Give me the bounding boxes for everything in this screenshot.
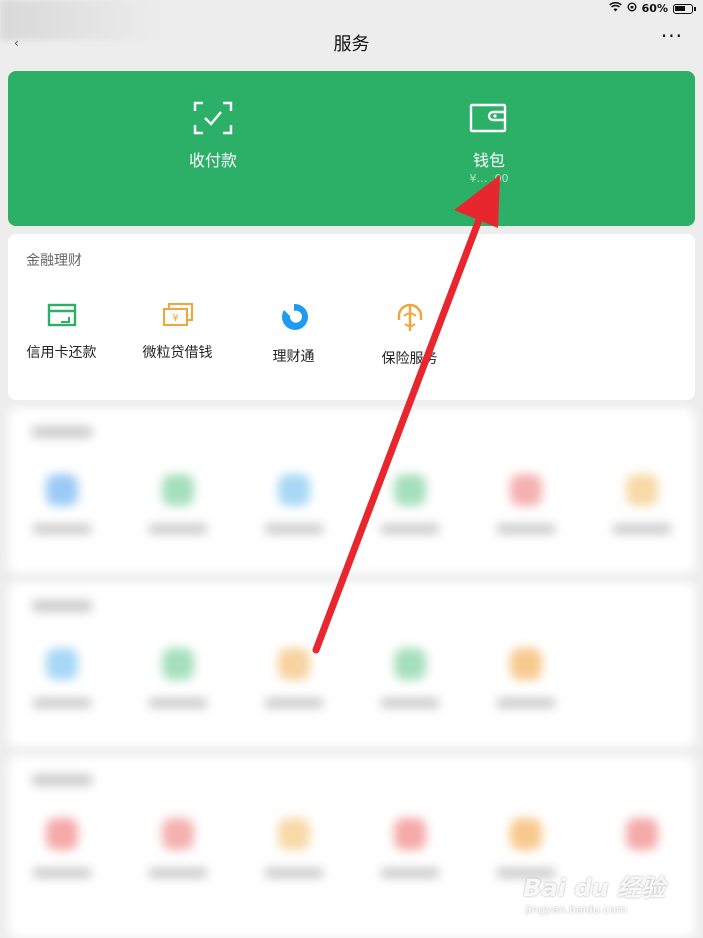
blurred-text bbox=[149, 698, 207, 708]
blurred-title bbox=[32, 774, 92, 786]
blurred-text bbox=[381, 524, 439, 534]
wallet-balance: ¥… .00 bbox=[469, 172, 509, 185]
loan-label: 微粒贷借钱 bbox=[142, 345, 213, 361]
blurred-icon bbox=[46, 648, 78, 680]
status-indicators: 60% bbox=[608, 1, 696, 15]
wallet-icon bbox=[389, 101, 589, 135]
blurred-section bbox=[8, 408, 695, 573]
wifi-icon bbox=[608, 1, 622, 15]
loan-button[interactable]: ¥ 微粒贷借钱 bbox=[120, 302, 235, 362]
watermark-main: Bai du 经验 bbox=[523, 874, 665, 902]
credit-card-icon bbox=[4, 302, 119, 328]
blurred-text bbox=[33, 868, 91, 878]
blurred-icon bbox=[162, 648, 194, 680]
blurred-text bbox=[497, 698, 555, 708]
blurred-icon bbox=[162, 474, 194, 506]
blurred-text bbox=[381, 868, 439, 878]
receive-pay-label: 收付款 bbox=[188, 151, 237, 170]
insurance-icon bbox=[352, 302, 467, 334]
wealth-button[interactable]: 理财通 bbox=[236, 302, 351, 366]
watermark-sub: jingyan.baidu.com bbox=[525, 903, 627, 916]
blurred-icon bbox=[626, 818, 658, 850]
blurred-text bbox=[149, 524, 207, 534]
more-options-icon[interactable]: ··· bbox=[661, 24, 683, 48]
page-title: 服务 bbox=[333, 34, 370, 55]
blurred-icon bbox=[510, 648, 542, 680]
blurred-icon bbox=[162, 818, 194, 850]
blurred-icon bbox=[394, 818, 426, 850]
blurred-text bbox=[381, 698, 439, 708]
insurance-button[interactable]: 保险服务 bbox=[352, 302, 467, 368]
blurred-icon bbox=[510, 474, 542, 506]
blurred-title bbox=[32, 426, 92, 438]
battery-percent: 60% bbox=[641, 2, 668, 15]
blurred-text bbox=[613, 524, 671, 534]
blurred-icon bbox=[394, 648, 426, 680]
blurred-icon bbox=[510, 818, 542, 850]
blurred-icon bbox=[278, 474, 310, 506]
blurred-icon bbox=[46, 818, 78, 850]
svg-text:¥: ¥ bbox=[172, 313, 178, 324]
blurred-title bbox=[32, 600, 92, 612]
wallet-label: 钱包 bbox=[472, 151, 505, 170]
battery-icon bbox=[673, 3, 696, 14]
loan-icon: ¥ bbox=[120, 302, 235, 328]
blurred-text bbox=[265, 524, 323, 534]
blurred-text bbox=[33, 698, 91, 708]
finance-section-title: 金融理财 bbox=[26, 253, 82, 269]
finance-section: 金融理财 信用卡还款 ¥ 微粒贷借钱 理财通 保险服务 bbox=[8, 234, 695, 400]
blurred-icon bbox=[278, 818, 310, 850]
blurred-icon bbox=[626, 474, 658, 506]
insurance-label: 保险服务 bbox=[381, 351, 438, 367]
wealth-icon bbox=[236, 302, 351, 332]
blurred-text bbox=[265, 698, 323, 708]
blurred-section bbox=[8, 582, 695, 747]
blurred-text bbox=[33, 524, 91, 534]
blurred-icon bbox=[46, 474, 78, 506]
blurred-icon bbox=[394, 474, 426, 506]
blurred-text bbox=[149, 868, 207, 878]
credit-card-repay-button[interactable]: 信用卡还款 bbox=[4, 302, 119, 362]
watermark-logo: Bai du 经验 jingyan.baidu.com bbox=[523, 868, 665, 916]
payment-wallet-card: 收付款 钱包 ¥… .00 bbox=[8, 71, 695, 226]
blurred-text bbox=[265, 868, 323, 878]
wallet-button[interactable]: 钱包 ¥… .00 bbox=[389, 101, 589, 185]
credit-card-repay-label: 信用卡还款 bbox=[26, 345, 97, 361]
blurred-text bbox=[497, 524, 555, 534]
blurred-icon bbox=[278, 648, 310, 680]
status-bar: 60% bbox=[0, 0, 703, 40]
receive-pay-button[interactable]: 收付款 bbox=[113, 101, 313, 171]
wealth-label: 理财通 bbox=[272, 349, 315, 365]
navigation-bar: ‹ 服务 ··· bbox=[0, 22, 703, 62]
rotation-lock-icon bbox=[627, 2, 637, 15]
qr-scan-icon bbox=[113, 101, 313, 135]
